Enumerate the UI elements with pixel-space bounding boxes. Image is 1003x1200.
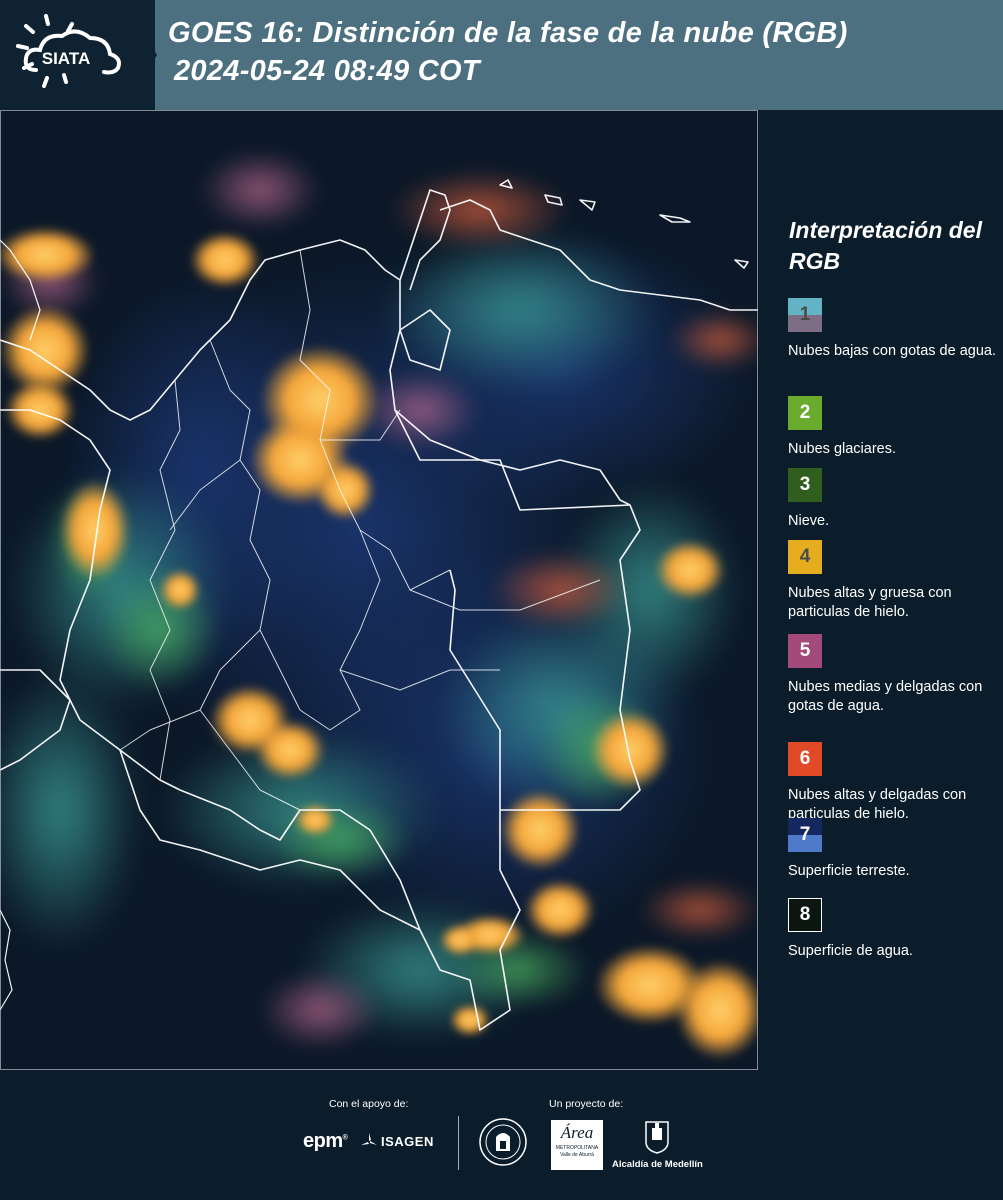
- legend-number: 3: [799, 474, 811, 495]
- legend-description: Superficie terreste.: [788, 863, 910, 879]
- title-line1: GOES 16: Distinción de la fase de la nub…: [168, 17, 848, 49]
- alcaldia-label: Alcaldía de Medellín: [612, 1159, 703, 1170]
- legend-description: Nubes bajas con gotas de agua.: [788, 343, 996, 359]
- alcaldia-shield-icon: [645, 1121, 669, 1154]
- legend-number: 2: [799, 402, 811, 423]
- legend-item-1: 1 Nubes bajas con gotas de agua.: [788, 298, 998, 361]
- legend-swatch-2: 2: [788, 396, 822, 430]
- epm-logo: epm®: [303, 1130, 348, 1152]
- page-title: GOES 16: Distinción de la fase de la nub…: [168, 14, 998, 90]
- legend-item-4: 4 Nubes altas y gruesa con particulas de …: [788, 540, 998, 622]
- legend-number: 4: [799, 546, 811, 567]
- project-label: Un proyecto de:: [549, 1098, 624, 1110]
- legend-swatch-4: 4: [788, 540, 822, 574]
- legend-number: 6: [799, 748, 811, 769]
- legend-description: Nubes altas y gruesa con particulas de h…: [788, 585, 952, 620]
- legend-description: Superficie de agua.: [788, 943, 913, 959]
- legend-item-8: 8 Superficie de agua.: [788, 898, 998, 961]
- isagen-mark-icon: [361, 1133, 377, 1145]
- legend-swatch-7: 7: [788, 818, 822, 852]
- legend-description: Nubes medias y delgadas con gotas de agu…: [788, 679, 983, 714]
- satellite-map: [0, 110, 758, 1070]
- isagen-logo: ISAGEN: [360, 1132, 434, 1150]
- legend-swatch-1: 1: [788, 298, 822, 332]
- isagen-logo-text: ISAGEN: [381, 1133, 434, 1149]
- legend-number: 8: [799, 904, 811, 925]
- area-logo-text: Área: [560, 1123, 594, 1142]
- legend-description: Nieve.: [788, 513, 830, 529]
- legend-swatch-8: 8: [788, 898, 822, 932]
- title-line2: 2024-05-24 08:49 COT: [174, 55, 480, 87]
- legend-item-2: 2 Nubes glaciares.: [788, 396, 998, 459]
- legend-swatch-3: 3: [788, 468, 822, 502]
- legend-item-7: 7 Superficie terreste.: [788, 818, 998, 881]
- legend-item-6: 6 Nubes altas y delgadas con particulas d…: [788, 742, 998, 824]
- legend-item-5: 5 Nubes medias y delgadas con gotas de ag…: [788, 634, 998, 716]
- legend-title: Interpretación del RGB: [789, 217, 982, 274]
- university-seal-icon: [479, 1118, 527, 1166]
- legend-number: 1: [799, 304, 811, 325]
- footer-divider: [458, 1116, 459, 1170]
- area-logo-sub: METROPOLITANA: [555, 1145, 599, 1151]
- legend-panel: Interpretación del RGB 1 Nubes bajas con …: [758, 110, 1003, 1070]
- legend-description: Nubes glaciares.: [788, 441, 896, 457]
- legend-number: 5: [799, 640, 811, 661]
- area-logo-sub2: Valle de Aburrá: [560, 1152, 594, 1158]
- logo-arrow-shape: [125, 0, 157, 110]
- legend-item-3: 3 Nieve.: [788, 468, 998, 531]
- legend-swatch-6: 6: [788, 742, 822, 776]
- header-bar: SIATA GOES 16: Distinción de la fase de …: [0, 0, 1003, 110]
- support-label: Con el apoyo de:: [329, 1098, 409, 1110]
- footer: Con el apoyo de: Un proyecto de: epm® IS…: [0, 1070, 1003, 1200]
- area-metropolitana-logo: Área METROPOLITANA Valle de Aburrá: [551, 1120, 603, 1170]
- legend-number: 7: [799, 824, 811, 845]
- siata-logo-text: SIATA: [42, 49, 90, 68]
- siata-logo: SIATA: [16, 14, 121, 88]
- legend-swatch-5: 5: [788, 634, 822, 668]
- satellite-image: [0, 110, 758, 1070]
- epm-logo-text: epm: [303, 1130, 343, 1152]
